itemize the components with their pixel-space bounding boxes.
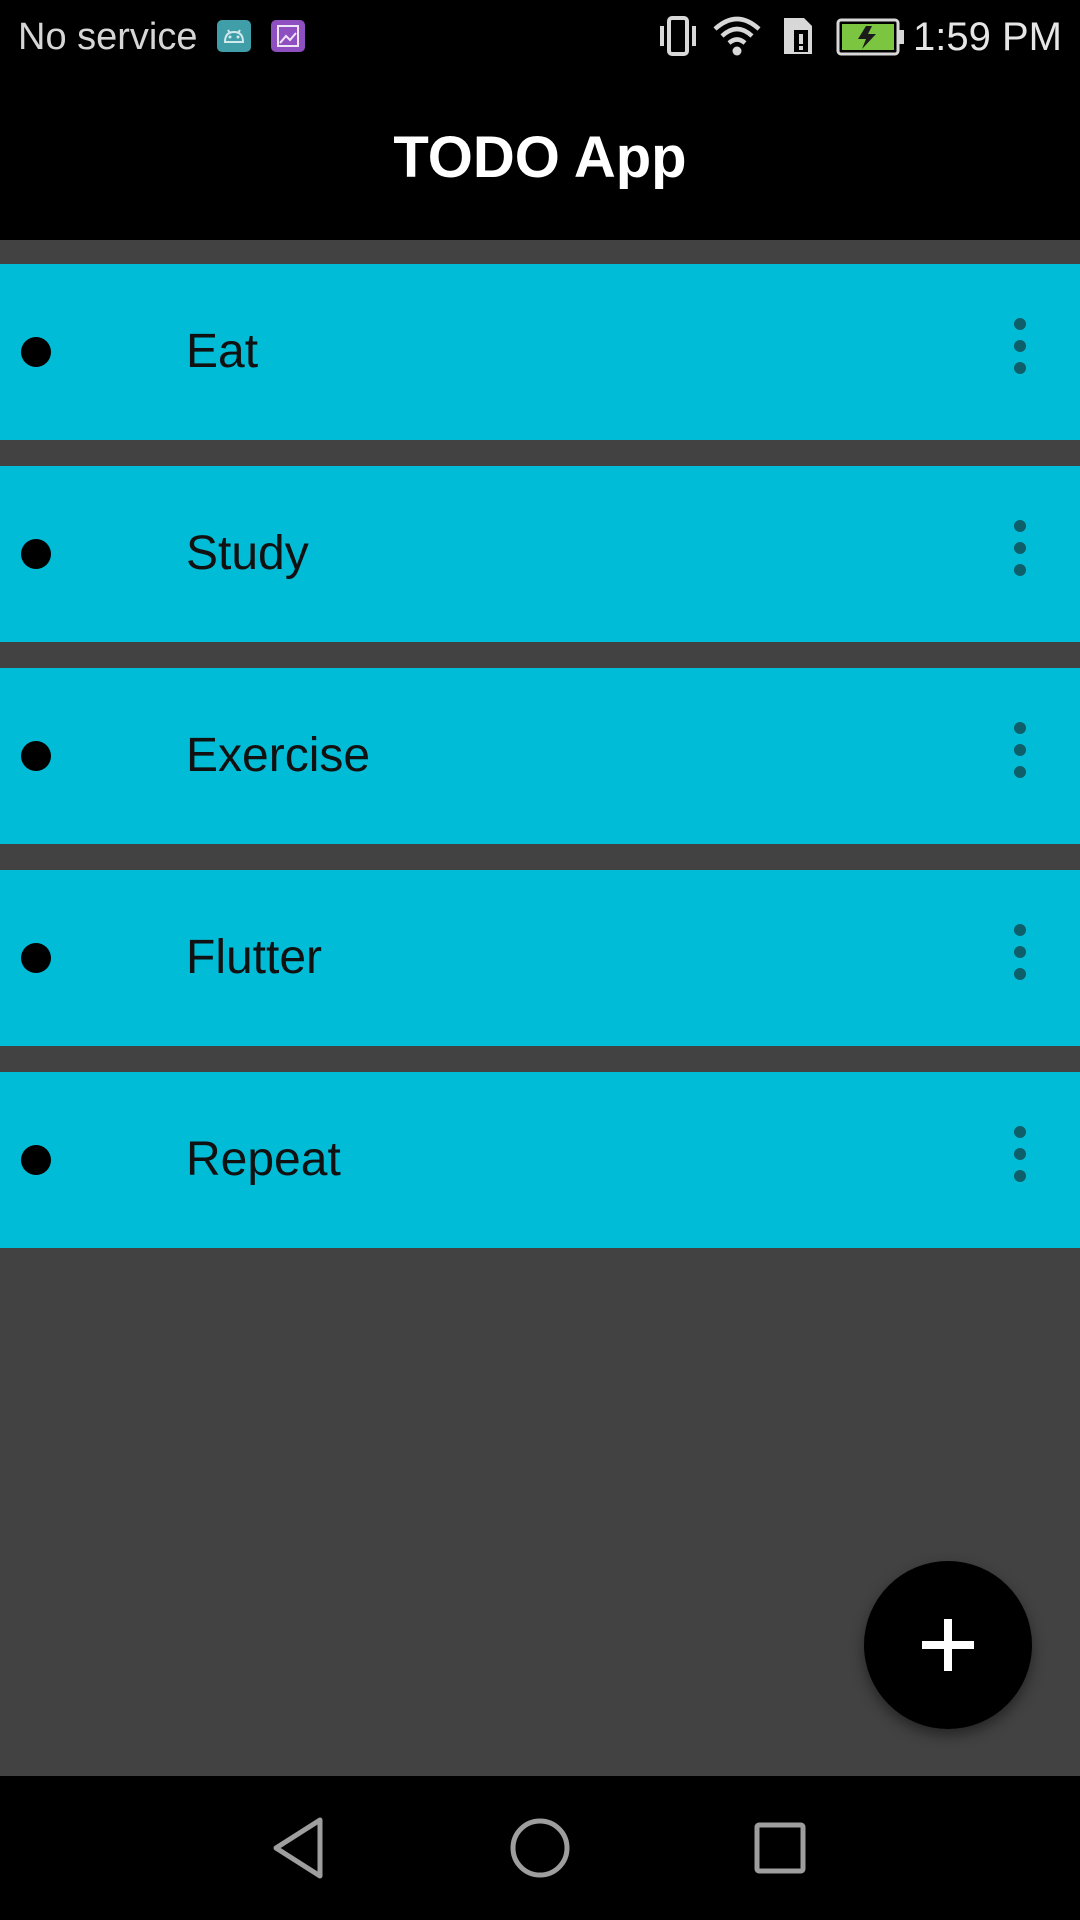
- home-icon[interactable]: [500, 1808, 580, 1888]
- more-vert-icon: [1014, 744, 1026, 756]
- more-options-button[interactable]: [990, 316, 1050, 386]
- screen: No service 1:59 PM TODO App Eat Study Ex…: [0, 0, 1080, 1920]
- vibrate-icon: [656, 12, 700, 65]
- todo-label: Eat: [186, 325, 259, 378]
- more-vert-icon: [1014, 1126, 1026, 1138]
- list-item[interactable]: Study: [0, 466, 1080, 642]
- wifi-icon: [712, 12, 762, 65]
- more-vert-icon: [1014, 1170, 1026, 1182]
- todo-label: Flutter: [186, 931, 323, 984]
- more-options-button[interactable]: [990, 922, 1050, 992]
- bullet-icon: [21, 337, 51, 367]
- more-vert-icon: [1014, 722, 1026, 734]
- more-vert-icon: [1014, 946, 1026, 958]
- todo-label: Repeat: [186, 1133, 341, 1186]
- list-item[interactable]: Repeat: [0, 1072, 1080, 1248]
- more-vert-icon: [1014, 766, 1026, 778]
- plus-icon-bar: [944, 1619, 952, 1671]
- navigation-bar: [0, 1776, 1080, 1920]
- more-vert-icon: [1014, 542, 1026, 554]
- page-title: TODO App: [393, 125, 687, 190]
- more-vert-icon: [1014, 318, 1026, 330]
- add-todo-button[interactable]: [864, 1561, 1032, 1729]
- todo-list: Eat Study Exercise Flutter Repeat: [0, 264, 1080, 1274]
- gallery-notification-icon: [271, 20, 305, 52]
- more-vert-icon: [1014, 340, 1026, 352]
- todo-label: Study: [186, 527, 309, 580]
- status-bar: No service 1:59 PM: [0, 0, 1080, 74]
- todo-label: Exercise: [186, 729, 371, 782]
- more-vert-icon: [1014, 362, 1026, 374]
- bullet-icon: [21, 539, 51, 569]
- bullet-icon: [21, 943, 51, 973]
- carrier-label: No service: [18, 16, 198, 58]
- more-options-button[interactable]: [990, 720, 1050, 790]
- more-options-button[interactable]: [990, 1124, 1050, 1194]
- list-item[interactable]: Eat: [0, 264, 1080, 440]
- more-vert-icon: [1014, 924, 1026, 936]
- more-vert-icon: [1014, 968, 1026, 980]
- list-item[interactable]: Exercise: [0, 668, 1080, 844]
- more-vert-icon: [1014, 520, 1026, 532]
- bullet-icon: [21, 1145, 51, 1175]
- android-notification-icon: [217, 20, 251, 52]
- sim-icon: [778, 12, 818, 65]
- more-vert-icon: [1014, 1148, 1026, 1160]
- back-icon[interactable]: [260, 1808, 340, 1888]
- more-options-button[interactable]: [990, 518, 1050, 588]
- recents-icon[interactable]: [740, 1808, 820, 1888]
- list-item[interactable]: Flutter: [0, 870, 1080, 1046]
- more-vert-icon: [1014, 564, 1026, 576]
- app-bar: TODO App: [0, 74, 1080, 240]
- battery-charging-icon: [836, 18, 906, 61]
- bullet-icon: [21, 741, 51, 771]
- clock: 1:59 PM: [913, 15, 1062, 59]
